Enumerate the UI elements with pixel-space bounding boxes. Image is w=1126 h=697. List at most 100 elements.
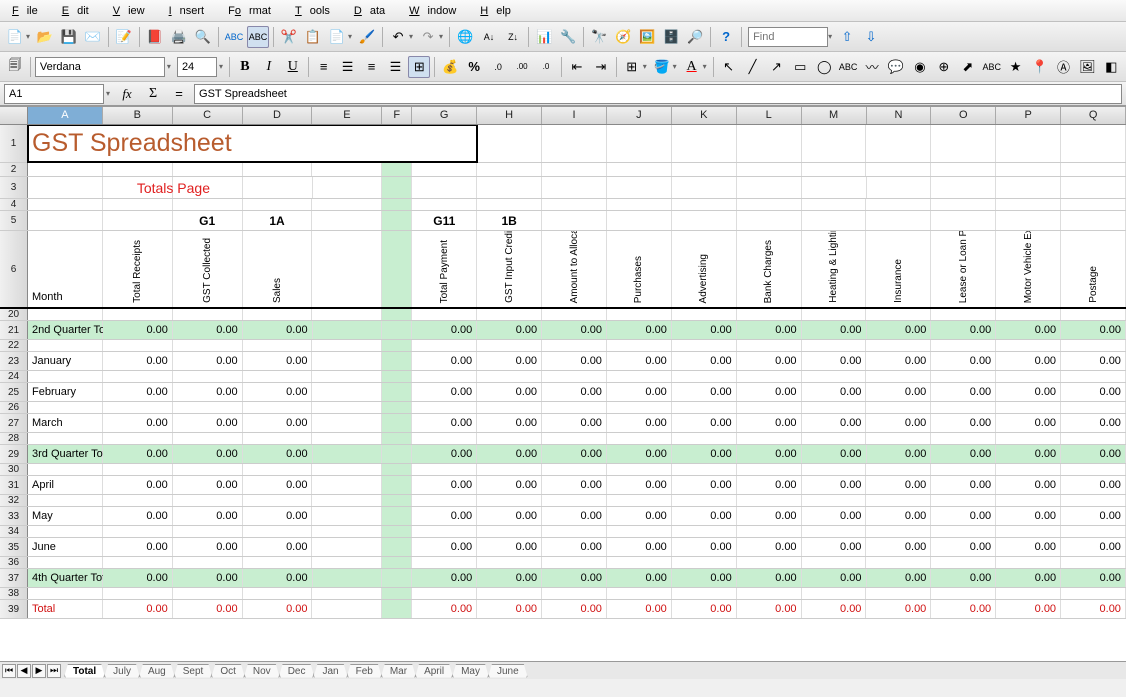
cell[interactable]: 0.00 <box>103 445 173 463</box>
row-header[interactable]: 36 <box>0 557 28 568</box>
cell[interactable]: 0.00 <box>802 476 867 494</box>
ellipse-icon[interactable]: ◯ <box>813 56 835 78</box>
cell[interactable] <box>931 588 996 599</box>
cell[interactable] <box>477 163 542 176</box>
cell[interactable] <box>382 495 412 506</box>
cell[interactable] <box>103 402 173 413</box>
cell[interactable] <box>737 177 802 198</box>
cell[interactable] <box>607 163 672 176</box>
cell[interactable] <box>607 557 672 568</box>
cell[interactable]: 0.00 <box>477 383 542 401</box>
cell[interactable] <box>866 309 931 320</box>
cell[interactable] <box>802 177 867 198</box>
cell[interactable]: 0.00 <box>243 352 313 370</box>
cell[interactable] <box>312 476 382 494</box>
cell[interactable] <box>382 199 412 210</box>
cell[interactable] <box>607 211 672 230</box>
formula-input[interactable] <box>194 84 1122 104</box>
cell[interactable]: 0.00 <box>931 445 996 463</box>
cell[interactable]: 0.00 <box>737 476 802 494</box>
cell[interactable]: 0.00 <box>607 414 672 432</box>
cell[interactable] <box>996 402 1061 413</box>
cell[interactable] <box>477 557 542 568</box>
paste-icon[interactable]: 📄 <box>326 26 348 48</box>
cell[interactable] <box>173 402 243 413</box>
column-header-H[interactable]: H <box>477 107 542 124</box>
cell[interactable] <box>28 211 103 230</box>
cell[interactable]: 0.00 <box>1061 569 1126 587</box>
cell[interactable]: 0.00 <box>867 445 932 463</box>
cell[interactable]: Purchases <box>607 231 672 307</box>
row-header[interactable]: 35 <box>0 538 28 556</box>
cell[interactable]: 0.00 <box>103 538 173 556</box>
cell[interactable] <box>1061 199 1126 210</box>
cell[interactable] <box>103 163 173 176</box>
cell[interactable]: 0.00 <box>672 569 737 587</box>
select-all-corner[interactable] <box>0 107 28 124</box>
row-header[interactable]: 22 <box>0 340 28 351</box>
cell[interactable]: 0.00 <box>607 476 672 494</box>
cell[interactable]: 0.00 <box>866 600 931 618</box>
cell[interactable] <box>996 177 1061 198</box>
cell[interactable]: 0.00 <box>607 321 672 339</box>
cell[interactable]: 0.00 <box>996 383 1061 401</box>
cell[interactable]: Lease or Loan Payment <box>931 231 996 307</box>
sheet-tab-feb[interactable]: Feb <box>347 664 382 678</box>
cell[interactable] <box>312 231 382 307</box>
cell[interactable] <box>382 414 412 432</box>
cell[interactable] <box>382 433 412 444</box>
cell[interactable]: 0.00 <box>542 383 607 401</box>
cell[interactable] <box>542 495 607 506</box>
menu-file[interactable]: File <box>4 3 54 19</box>
cell[interactable]: 0.00 <box>173 414 243 432</box>
cell[interactable] <box>312 163 382 176</box>
cell[interactable] <box>312 352 382 370</box>
cell[interactable] <box>312 340 382 351</box>
row-header[interactable]: 31 <box>0 476 28 494</box>
number-format-icon[interactable]: .0 <box>487 56 509 78</box>
cell[interactable] <box>412 199 477 210</box>
cell[interactable]: 0.00 <box>412 507 477 525</box>
redo-icon[interactable]: ↷ <box>417 26 439 48</box>
cell[interactable]: Heating & Lighting <box>802 231 867 307</box>
align-left-icon[interactable]: ≡ <box>313 56 335 78</box>
cell[interactable]: 0.00 <box>866 383 931 401</box>
cell[interactable] <box>173 340 243 351</box>
cell[interactable] <box>173 163 243 176</box>
cell[interactable]: 0.00 <box>412 321 477 339</box>
cell[interactable] <box>866 433 931 444</box>
cell[interactable] <box>737 371 802 382</box>
row-header[interactable]: 39 <box>0 600 28 618</box>
cell[interactable] <box>672 464 737 475</box>
email-icon[interactable]: ✉️ <box>82 26 104 48</box>
styles-icon[interactable]: 🗐 <box>4 56 26 78</box>
cell[interactable] <box>382 445 412 463</box>
cell[interactable]: 0.00 <box>672 507 737 525</box>
cell[interactable] <box>1061 163 1126 176</box>
row-header[interactable]: 24 <box>0 371 28 382</box>
cell[interactable] <box>607 526 672 537</box>
column-header-G[interactable]: G <box>412 107 477 124</box>
cell[interactable] <box>931 177 996 198</box>
cell[interactable] <box>312 211 382 230</box>
cell[interactable] <box>1061 371 1126 382</box>
cell[interactable] <box>802 495 867 506</box>
cell[interactable]: 0.00 <box>477 507 542 525</box>
cell[interactable] <box>996 557 1061 568</box>
column-header-O[interactable]: O <box>931 107 996 124</box>
column-header-L[interactable]: L <box>737 107 802 124</box>
column-header-P[interactable]: P <box>996 107 1061 124</box>
cell[interactable]: 0.00 <box>737 507 802 525</box>
cell[interactable] <box>312 507 382 525</box>
find-input[interactable] <box>748 27 828 47</box>
datasources-icon[interactable]: 🗄️ <box>660 26 682 48</box>
cell[interactable] <box>542 211 607 230</box>
cell[interactable] <box>996 495 1061 506</box>
cell[interactable] <box>1061 177 1126 198</box>
cell[interactable] <box>477 402 542 413</box>
row-header[interactable]: 29 <box>0 445 28 463</box>
remove-decimal-icon[interactable]: .0 <box>535 56 557 78</box>
cell[interactable]: 0.00 <box>243 321 313 339</box>
cell[interactable]: 0.00 <box>672 445 737 463</box>
cell[interactable] <box>866 199 931 210</box>
